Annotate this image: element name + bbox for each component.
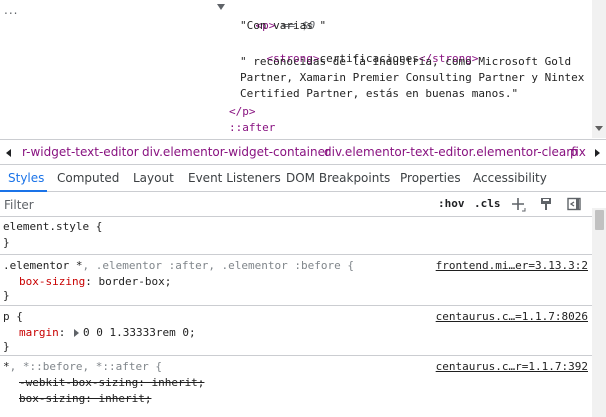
rule-elementor: .elementor *, .elementor :after, .elemen… xyxy=(0,255,592,306)
elements-dom-tree: ... <p> == $0 "Con varias " <strong>cert… xyxy=(0,0,606,138)
class-toggle-button[interactable]: .cls xyxy=(474,197,501,210)
dom-scroll-down-arrow-icon[interactable] xyxy=(595,126,603,131)
tab-properties[interactable]: Properties xyxy=(400,171,461,185)
active-tab-indicator xyxy=(0,190,47,192)
rule-close-brace: } xyxy=(3,289,10,302)
breadcrumb-scroll-left-icon[interactable] xyxy=(6,149,11,157)
css-property-value: 0 0 1.33333rem 0; xyxy=(83,326,196,339)
rule-selector[interactable]: .elementor *, .elementor :after, .elemen… xyxy=(3,258,354,274)
tab-event-listeners[interactable]: Event Listeners xyxy=(188,171,281,185)
breadcrumb-scroll-right-icon[interactable] xyxy=(595,149,600,157)
css-property-value: border-box; xyxy=(98,275,172,288)
styles-scrollbar-thumb[interactable] xyxy=(595,210,604,230)
rule-p: p { centaurus.c…=1.1.7:8026 margin: 0 0 … xyxy=(0,306,592,356)
styles-filter-input[interactable] xyxy=(4,195,424,215)
css-declaration[interactable]: box-sizing: border-box; xyxy=(19,274,171,290)
styles-rules-pane: element.style { } .elementor *, .element… xyxy=(0,218,606,417)
rule-close-brace: } xyxy=(3,236,10,249)
css-declaration[interactable]: margin: 0 0 1.33333rem 0; xyxy=(19,325,196,341)
dom-text-node-2-line1[interactable]: " reconocidas de la industria, como Micr… xyxy=(240,54,571,70)
breadcrumb-item[interactable]: div.elementor-widget-container xyxy=(142,145,330,159)
styles-toolbar: :hov .cls xyxy=(0,193,606,217)
css-property-name: box-sizing xyxy=(19,275,86,288)
rule-selector[interactable]: *, *::before, *::after { xyxy=(3,359,162,375)
css-property-name: margin xyxy=(19,326,59,339)
rule-selector[interactable]: p { xyxy=(3,309,23,325)
paint-bucket-icon[interactable] xyxy=(538,196,554,212)
sidebar-tabs: Styles Computed Layout Event Listeners D… xyxy=(0,166,606,192)
rule-selector[interactable]: element.style { xyxy=(3,219,102,235)
hover-state-toggle-button[interactable]: :hov xyxy=(438,197,465,210)
dom-text-node-1[interactable]: "Con varias " xyxy=(240,18,326,34)
tab-accessibility[interactable]: Accessibility xyxy=(473,171,547,185)
dom-scrollbar[interactable] xyxy=(592,0,606,138)
dom-after-pseudo-element[interactable]: ::after xyxy=(229,120,275,136)
tab-computed[interactable]: Computed xyxy=(57,171,119,185)
breadcrumb-item[interactable]: r-widget-text-editor xyxy=(22,145,139,159)
selector-match: * xyxy=(3,360,10,373)
rule-close-brace: } xyxy=(3,340,10,353)
breadcrumb-item[interactable]: div.elementor-text-editor.elementor-clea… xyxy=(324,145,586,159)
rule-universal: *, *::before, *::after { centaurus.c…r=1… xyxy=(0,356,592,417)
shorthand-expand-icon[interactable] xyxy=(74,329,79,337)
selector-nonmatch: , .elementor :after, .elementor :before … xyxy=(82,259,355,272)
rule-source-link[interactable]: centaurus.c…r=1.1.7:392 xyxy=(436,359,588,375)
dom-breadcrumb: r-widget-text-editor div.elementor-widge… xyxy=(0,139,606,165)
selector-match: .elementor * xyxy=(3,259,83,272)
rule-source-link[interactable]: frontend.mi…er=3.13.3:2 xyxy=(436,258,588,274)
toggle-sidebar-icon[interactable] xyxy=(566,196,582,212)
rule-element-style: element.style { } xyxy=(0,218,592,255)
tab-styles[interactable]: Styles xyxy=(8,171,44,185)
tab-layout[interactable]: Layout xyxy=(133,171,174,185)
dom-node-collapse-arrow-icon[interactable] xyxy=(217,4,225,10)
dom-p-close-tag[interactable]: </p> xyxy=(229,104,256,120)
overridden-css-declaration[interactable]: box-sizing: inherit; xyxy=(19,391,151,407)
breadcrumb-item-current[interactable]: p xyxy=(570,145,578,159)
rule-source-link[interactable]: centaurus.c…=1.1.7:8026 xyxy=(436,309,588,325)
new-style-rule-icon[interactable] xyxy=(510,196,526,212)
styles-scrollbar[interactable] xyxy=(592,208,606,417)
dom-text-node-2-line2[interactable]: Partner, Xamarin Premier Consulting Part… xyxy=(240,70,584,86)
tab-dom-breakpoints[interactable]: DOM Breakpoints xyxy=(286,171,390,185)
dom-node-menu-dots[interactable]: ... xyxy=(4,3,18,17)
overridden-css-declaration[interactable]: -webkit-box-sizing: inherit; xyxy=(19,375,204,391)
selector-nonmatch: , *::before, *::after { xyxy=(9,360,162,373)
dom-text-node-2-line3[interactable]: Certified Partner, estás en buenas manos… xyxy=(240,86,518,102)
